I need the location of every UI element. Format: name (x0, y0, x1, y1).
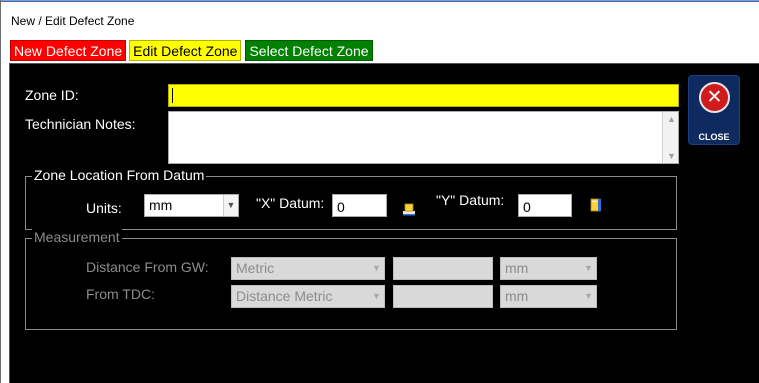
tab-edit-defect-zone[interactable]: Edit Defect Zone (129, 40, 242, 61)
chevron-down-icon[interactable]: ▼ (369, 286, 384, 307)
chevron-down-icon[interactable]: ▼ (581, 286, 596, 307)
scroll-down-icon[interactable]: ▼ (667, 151, 676, 161)
close-button-label: CLOSE (698, 132, 730, 142)
distance-from-gw-type-value: Metric (236, 260, 275, 276)
technician-notes-label: Technician Notes: (25, 116, 136, 132)
close-x-icon: ✕ (699, 82, 730, 113)
from-tdc-type-value: Distance Metric (236, 288, 333, 304)
units-label: Units: (86, 200, 122, 216)
chevron-down-icon[interactable]: ▼ (223, 195, 238, 216)
tab-select-defect-zone[interactable]: Select Defect Zone (245, 40, 373, 61)
from-tdc-unit-value: mm (505, 288, 529, 304)
window-title: New / Edit Defect Zone (11, 14, 135, 28)
x-datum-input[interactable]: 0 (332, 194, 387, 217)
zone-id-label: Zone ID: (25, 87, 79, 103)
distance-from-gw-label: Distance From GW: (86, 259, 209, 275)
notes-scrollbar[interactable]: ▲ ▼ (662, 112, 678, 163)
x-datum-label: "X" Datum: (256, 195, 325, 211)
zone-location-title: Zone Location From Datum (32, 167, 207, 183)
window-border-left (0, 0, 1, 383)
from-tdc-label: From TDC: (86, 286, 155, 302)
title-bar: New / Edit Defect Zone (1, 1, 759, 37)
from-tdc-input[interactable] (393, 285, 493, 308)
y-datum-picker-icon[interactable] (589, 198, 603, 212)
x-datum-picker-icon[interactable] (402, 202, 416, 216)
chevron-down-icon[interactable]: ▼ (581, 258, 596, 279)
chevron-down-icon[interactable]: ▼ (369, 258, 384, 279)
measurement-group: Measurement Distance From GW: Metric ▼ m… (25, 229, 677, 330)
y-datum-input[interactable]: 0 (518, 194, 572, 217)
zone-location-group: Zone Location From Datum Units: mm ▼ "X"… (25, 167, 677, 230)
defect-zone-panel: Zone ID: Technician Notes: ▲ ▼ ✕ CLOSE Z… (9, 63, 759, 383)
technician-notes-textarea[interactable]: ▲ ▼ (168, 111, 679, 164)
zone-tabs: New Defect Zone Edit Defect Zone Select … (10, 40, 377, 61)
from-tdc-type-select[interactable]: Distance Metric ▼ (231, 285, 385, 308)
close-button[interactable]: ✕ CLOSE (688, 75, 740, 145)
distance-from-gw-unit-select[interactable]: mm ▼ (500, 257, 597, 280)
units-select[interactable]: mm ▼ (144, 194, 239, 217)
y-datum-label: "Y" Datum: (436, 192, 505, 208)
distance-from-gw-unit-value: mm (505, 260, 529, 276)
measurement-title: Measurement (32, 229, 122, 245)
tab-new-defect-zone[interactable]: New Defect Zone (10, 40, 127, 61)
scroll-up-icon[interactable]: ▲ (667, 114, 676, 124)
units-value: mm (149, 197, 173, 213)
distance-from-gw-type-select[interactable]: Metric ▼ (231, 257, 385, 280)
distance-from-gw-input[interactable] (393, 257, 493, 280)
zone-id-input[interactable] (168, 84, 679, 107)
from-tdc-unit-select[interactable]: mm ▼ (500, 285, 597, 308)
text-caret (172, 88, 173, 103)
